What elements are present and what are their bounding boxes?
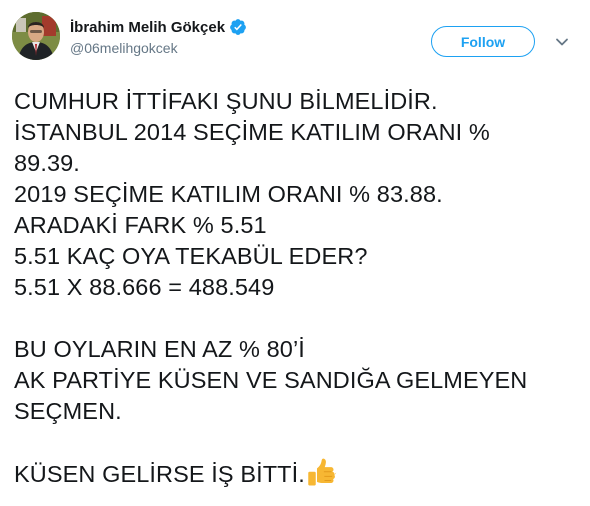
avatar-image	[12, 12, 60, 60]
thumbs-up-icon	[307, 458, 337, 488]
verified-badge-icon	[229, 18, 247, 36]
tweet-line: ARADAKİ FARK % 5.51	[14, 212, 267, 238]
tweet-line: AK PARTİYE KÜSEN VE SANDIĞA GELMEYEN	[14, 367, 528, 393]
tweet-line: 5.51 KAÇ OYA TEKABÜL EDER?	[14, 243, 368, 269]
tweet-line: 89.39.	[14, 150, 80, 176]
follow-button[interactable]: Follow	[431, 26, 535, 57]
tweet-line: SEÇMEN.	[14, 398, 122, 424]
tweet-line: KÜSEN GELİRSE İŞ BİTTİ.	[14, 461, 305, 487]
user-handle[interactable]: @06melihgokcek	[70, 40, 178, 56]
tweet-line: BU OYLARIN EN AZ % 80’İ	[14, 336, 305, 362]
tweet-line: CUMHUR İTTİFAKI ŞUNU BİLMELİDİR.	[14, 88, 438, 114]
tweet-last-line: KÜSEN GELİRSE İŞ BİTTİ.	[14, 458, 578, 490]
tweet-card: İbrahim Melih Gökçek @06melihgokcek Foll…	[0, 0, 590, 506]
tweet-line: 5.51 X 88.666 = 488.549	[14, 274, 275, 300]
chevron-down-icon[interactable]	[554, 34, 570, 50]
profile-avatar[interactable]	[12, 12, 60, 60]
display-name[interactable]: İbrahim Melih Gökçek	[70, 19, 225, 36]
tweet-line: İSTANBUL 2014 SEÇİME KATILIM ORANI %	[14, 119, 490, 145]
tweet-text: CUMHUR İTTİFAKI ŞUNU BİLMELİDİR. İSTANBU…	[14, 86, 578, 490]
author-name-row[interactable]: İbrahim Melih Gökçek	[70, 17, 247, 37]
tweet-line: 2019 SEÇİME KATILIM ORANI % 83.88.	[14, 181, 443, 207]
